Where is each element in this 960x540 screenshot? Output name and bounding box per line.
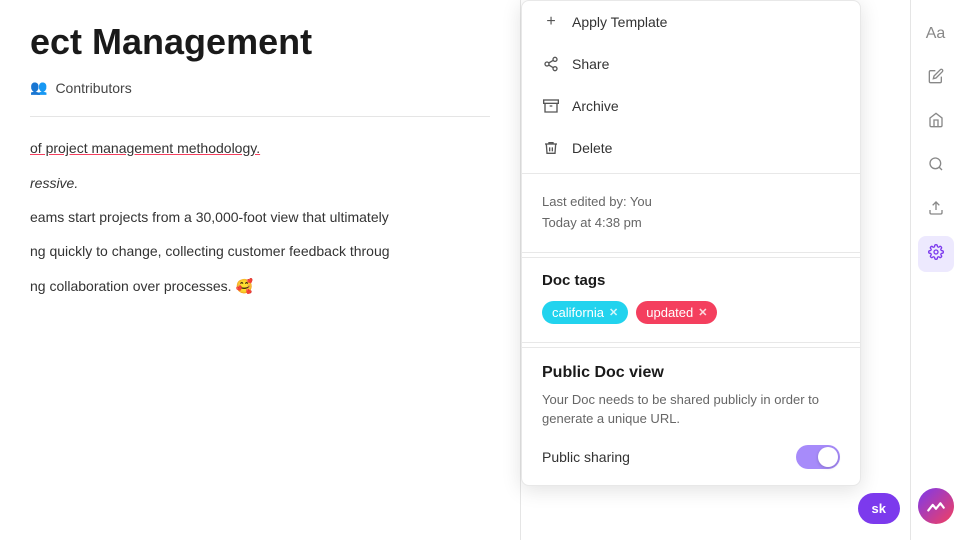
page-title: ect Management [30,20,490,63]
tag-updated-close[interactable]: ✕ [698,306,707,319]
right-sidebar: Aa [910,0,960,540]
tag-updated[interactable]: updated ✕ [636,301,717,324]
menu-divider-1 [522,173,860,174]
archive-label: Archive [572,98,619,114]
last-edited-line1: Last edited by: You [542,192,840,213]
sidebar-icon-settings[interactable] [918,236,954,272]
sidebar-icon-font[interactable]: Aa [918,16,954,52]
upload-icon [928,200,944,221]
sidebar-icon-upload[interactable] [918,192,954,228]
share-label: Share [572,56,609,72]
menu-item-apply-template[interactable]: + Apply Template [522,1,860,43]
last-edited: Last edited by: You Today at 4:38 pm [542,192,840,234]
tags-section: Doc tags california ✕ updated ✕ [522,257,860,338]
right-panel: + Apply Template Share Archive [520,0,880,540]
task-button[interactable]: sk [858,493,900,524]
menu-divider-2 [522,252,860,253]
public-doc-desc: Your Doc needs to be shared publicly in … [542,390,840,429]
public-sharing-row: Public sharing [542,445,840,469]
clickup-logo[interactable] [918,488,954,524]
menu-divider-3 [522,342,860,343]
archive-icon [542,97,560,115]
share-icon [542,55,560,73]
tags-row: california ✕ updated ✕ [542,301,840,324]
toggle-knob [818,447,838,467]
sidebar-icon-search[interactable] [918,148,954,184]
plus-icon: + [542,13,560,31]
apply-template-label: Apply Template [572,14,667,30]
tag-california[interactable]: california ✕ [542,301,628,324]
contributors-icon: 👥 [30,79,47,96]
info-section: Last edited by: You Today at 4:38 pm [522,178,860,248]
edit-icon [928,68,944,89]
delete-label: Delete [572,140,612,156]
public-doc-section: Public Doc view Your Doc needs to be sha… [522,347,860,485]
contributors-label[interactable]: Contributors [55,80,131,96]
dropdown-menu: + Apply Template Share Archive [521,0,861,486]
menu-item-delete[interactable]: Delete [522,127,860,169]
settings-icon [928,244,944,265]
body-line5: ng collaboration over processes. 🥰 [30,275,490,297]
public-sharing-toggle[interactable] [796,445,840,469]
body-line4: ng quickly to change, collecting custome… [30,240,490,262]
font-icon: Aa [926,25,946,43]
body-line2: ressive. [30,172,490,194]
sidebar-icon-edit[interactable] [918,60,954,96]
contributors-row: 👥 Contributors [30,79,490,96]
search-icon [928,156,944,177]
doc-tags-title: Doc tags [542,272,840,289]
section-divider [30,116,490,117]
tag-updated-label: updated [646,305,693,320]
tag-california-label: california [552,305,604,320]
main-content: ect Management 👥 Contributors of project… [0,0,520,540]
public-sharing-label: Public sharing [542,449,630,465]
home-icon [928,112,944,133]
body-line1: of project management methodology. [30,137,490,159]
body-line2-italic: ressive. [30,175,78,191]
body-text: of project management methodology. ressi… [30,137,490,297]
menu-item-archive[interactable]: Archive [522,85,860,127]
last-edited-line2: Today at 4:38 pm [542,213,840,234]
sidebar-icon-home[interactable] [918,104,954,140]
tag-california-close[interactable]: ✕ [609,306,618,319]
body-line1-underline: of project management methodology. [30,140,260,156]
delete-icon [542,139,560,157]
public-doc-title: Public Doc view [542,364,840,382]
body-line3: eams start projects from a 30,000-foot v… [30,206,490,228]
menu-item-share[interactable]: Share [522,43,860,85]
